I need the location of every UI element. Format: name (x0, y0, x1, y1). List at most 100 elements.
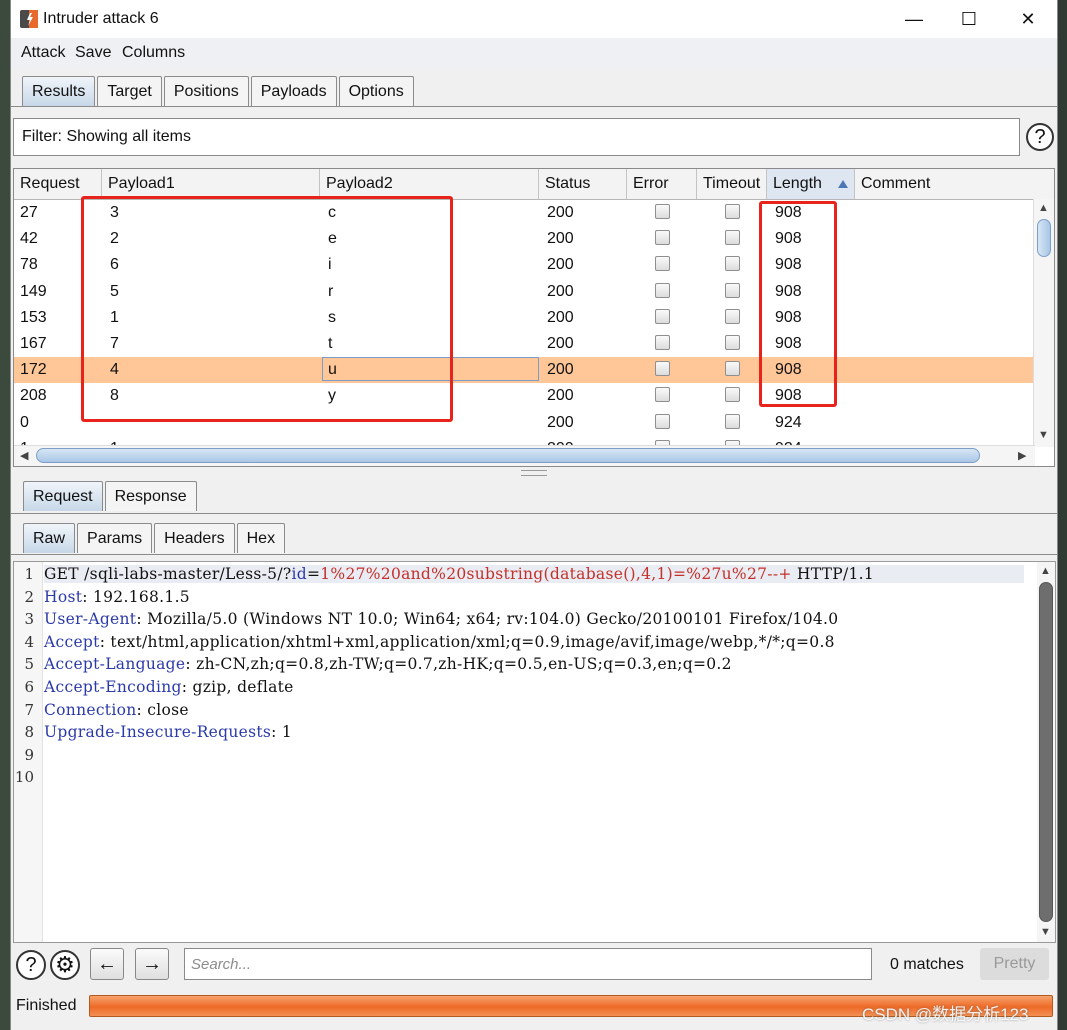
code-line: Upgrade-Insecure-Requests: 1 (44, 723, 292, 741)
timeout-checkbox (725, 204, 740, 219)
back-button[interactable]: ← (90, 948, 124, 980)
tab-target[interactable]: Target (97, 76, 162, 106)
header-key: User-Agent (44, 610, 137, 629)
timeout-checkbox (725, 361, 740, 377)
cell-status: 200 (547, 230, 574, 248)
error-checkbox (655, 387, 670, 403)
column-timeout[interactable]: Timeout (697, 169, 767, 199)
pane-splitter[interactable] (521, 470, 547, 476)
code-text: : 1 (271, 723, 293, 742)
editor-scroll-thumb[interactable] (1039, 582, 1053, 922)
scroll-right-icon[interactable]: ▶ (1018, 449, 1026, 462)
status-text: Finished (16, 997, 77, 1014)
tab-hex[interactable]: Hex (236, 523, 286, 553)
line-number: 10 (14, 768, 34, 787)
tab-params[interactable]: Params (77, 523, 153, 553)
menu-attack[interactable]: Attack (21, 44, 65, 62)
timeout-checkbox (725, 308, 740, 324)
cell-request: 167 (20, 335, 47, 352)
column-length[interactable]: Length (767, 169, 855, 199)
error-checkbox (655, 413, 670, 429)
error-checkbox (655, 256, 670, 272)
cell-request: 172 (20, 361, 47, 379)
filter-bar[interactable]: Filter: Showing all items (13, 118, 1020, 156)
detail-tabs: Request Response (23, 481, 199, 511)
cell-status: 200 (547, 387, 574, 405)
detail-tab-divider (11, 513, 1057, 514)
payload-highlight-box (81, 196, 453, 422)
column-request[interactable]: Request (14, 169, 102, 199)
code-line: GET /sqli-labs-master/Less-5/?id=1%27%20… (44, 565, 1024, 583)
line-number: 9 (24, 745, 34, 764)
header-key: Upgrade-Insecure-Requests (44, 723, 272, 742)
search-toolbar: ? ⚙ ← → Search... 0 matches Pretty (11, 945, 1057, 985)
column-payload1[interactable]: Payload1 (102, 169, 320, 199)
cell-status: 200 (547, 308, 574, 326)
search-input[interactable]: Search... (184, 948, 872, 980)
cell-status: 200 (547, 256, 574, 274)
cell-request: 208 (20, 387, 47, 405)
column-payload2[interactable]: Payload2 (320, 169, 539, 199)
line-number: 1 (24, 565, 34, 583)
table-scroll-thumb[interactable] (1037, 219, 1051, 257)
cell-request: 78 (20, 256, 38, 274)
scroll-up-icon[interactable]: ▲ (1038, 202, 1049, 214)
cell-status: 200 (547, 204, 574, 221)
timeout-checkbox (725, 256, 740, 272)
tab-results[interactable]: Results (22, 76, 96, 106)
tab-request[interactable]: Request (23, 481, 103, 511)
menu-columns[interactable]: Columns (122, 44, 185, 62)
cell-request: 0 (20, 413, 29, 431)
tab-positions[interactable]: Positions (163, 76, 249, 106)
tab-divider (11, 106, 1057, 107)
cell-request: 153 (20, 308, 47, 326)
code-text: HTTP/1.1 (791, 565, 875, 583)
column-length-label: Length (773, 175, 822, 192)
editor-scroll-up-icon[interactable]: ▲ (1040, 565, 1051, 577)
scroll-down-icon[interactable]: ▼ (1038, 429, 1049, 441)
cell-status: 200 (547, 413, 574, 431)
tab-response[interactable]: Response (104, 481, 197, 511)
column-comment[interactable]: Comment (855, 169, 1054, 199)
editor-scroll-down-icon[interactable]: ▼ (1040, 926, 1051, 938)
request-editor[interactable]: 1 2 3 4 5 6 7 8 9 10 GET /sqli-labs-master/Less-5… (13, 561, 1056, 943)
menu-save[interactable]: Save (75, 44, 111, 62)
line-number: 2 (24, 587, 34, 606)
line-number: 6 (24, 678, 34, 696)
close-button[interactable]: ✕ (1005, 6, 1051, 32)
column-status[interactable]: Status (539, 169, 627, 199)
title-bar: Intruder attack 6 — ☐ ✕ (11, 0, 1057, 38)
timeout-checkbox (725, 335, 740, 350)
code-line: Connection: close (44, 701, 189, 719)
error-checkbox (655, 282, 670, 298)
forward-button[interactable]: → (135, 948, 169, 980)
code-line: Accept: text/html,application/xhtml+xml,… (44, 633, 835, 651)
code-text: : Mozilla/5.0 (Windows NT 10.0; Win64; x… (136, 610, 839, 629)
cell-length: 924 (775, 413, 802, 431)
tab-raw[interactable]: Raw (23, 523, 76, 553)
line-number: 5 (24, 655, 34, 674)
tab-payloads[interactable]: Payloads (250, 76, 337, 106)
menu-bar: Attack Save Columns (11, 38, 1057, 68)
table-vertical-scrollbar[interactable]: ▲ ▼ (1033, 199, 1054, 447)
filter-help-icon[interactable]: ? (1026, 123, 1054, 151)
gear-icon[interactable]: ⚙ (50, 950, 80, 980)
pretty-button[interactable]: Pretty (980, 948, 1049, 980)
param-name: id (291, 565, 307, 583)
line-number-gutter: 1 2 3 4 5 6 7 8 9 10 (14, 562, 43, 942)
table-horizontal-scrollbar[interactable]: ◀ ▶ (14, 445, 1035, 466)
error-checkbox (655, 308, 670, 324)
column-error[interactable]: Error (627, 169, 697, 199)
minimize-button[interactable]: — (891, 6, 937, 32)
table-hscroll-thumb[interactable] (36, 448, 980, 463)
tab-options[interactable]: Options (338, 76, 414, 106)
scroll-left-icon[interactable]: ◀ (20, 449, 28, 462)
help-icon[interactable]: ? (16, 950, 46, 980)
timeout-checkbox (725, 230, 740, 246)
maximize-button[interactable]: ☐ (946, 6, 992, 32)
header-key: Connection (44, 700, 137, 719)
view-tab-divider (11, 554, 1057, 555)
tab-headers[interactable]: Headers (154, 523, 235, 553)
editor-scrollbar[interactable]: ▲ ▼ (1037, 562, 1055, 942)
header-key: Accept (44, 632, 100, 651)
